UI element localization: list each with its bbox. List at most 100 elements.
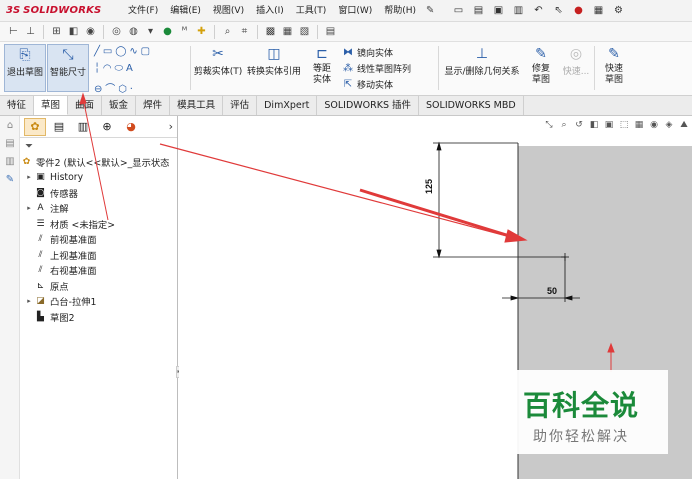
dimension-vertical[interactable]: 125 xyxy=(424,179,434,194)
zoom-icon[interactable]: ⌕ xyxy=(220,24,235,39)
measure-icon[interactable]: ⌗ xyxy=(237,24,252,39)
tab-surfaces[interactable]: 曲面 xyxy=(68,96,103,115)
tree-item-top-plane[interactable]: ⫽ 上视基准面 xyxy=(20,247,177,263)
mirror-entities-button[interactable]: ⧓ 镜向实体 xyxy=(342,46,393,59)
property-manager-tab-icon[interactable]: ▤ xyxy=(48,118,70,136)
tree-item-origin[interactable]: ⊾ 原点 xyxy=(20,278,177,294)
dimxpert-manager-tab-icon[interactable]: ⊕ xyxy=(96,118,118,136)
options-gear-icon[interactable]: ⚙ xyxy=(610,4,626,18)
section-view-icon[interactable]: ◧ xyxy=(588,119,600,131)
slot-tool-row[interactable]: ⊖ ⌒ ⬡ · xyxy=(94,80,133,95)
solidworks-logo[interactable]: 3S SOLIDWORKS xyxy=(6,5,106,16)
hide-show-icon[interactable]: ▾ xyxy=(143,24,158,39)
expand-arrow-icon[interactable]: ▸ xyxy=(24,173,34,181)
tab-weldments[interactable]: 焊件 xyxy=(136,96,171,115)
open-folder-icon[interactable]: ▤ xyxy=(470,4,486,18)
save-icon[interactable]: ▣ xyxy=(490,4,506,18)
view-palette-icon[interactable]: ✎ xyxy=(3,174,17,188)
tree-item-boss-extrude[interactable]: ▸ ◪ 凸台-拉伸1 xyxy=(20,294,177,310)
tab-sheet-metal[interactable]: 钣金 xyxy=(102,96,137,115)
file-properties-icon[interactable]: ▦ xyxy=(590,4,606,18)
tab-dimxpert[interactable]: DimXpert xyxy=(257,96,318,115)
repair-sketch-button[interactable]: ✎ 修复草图 xyxy=(524,44,558,92)
tab-mold-tools[interactable]: 模具工具 xyxy=(170,96,224,115)
arc-tool-row[interactable]: ╎ ◠ ⬭ A xyxy=(94,63,133,74)
exit-sketch-button[interactable]: ⎘ 退出草图 xyxy=(4,44,46,92)
hide-items-icon[interactable]: ◉ xyxy=(648,119,660,131)
menu-file[interactable]: 文件(F) xyxy=(122,0,164,22)
dim-toolbar-icon[interactable]: ⊢ xyxy=(6,24,21,39)
select-icon[interactable]: ⇖ xyxy=(550,4,566,18)
design-library-icon[interactable]: ▤ xyxy=(3,138,17,152)
display-delete-relations-button[interactable]: ⊥ 显示/删除几何关系 xyxy=(442,44,522,92)
smart-fastener-icon[interactable]: ✚ xyxy=(194,24,209,39)
tree-item-sensors[interactable]: ◙ 传感器 xyxy=(20,185,177,201)
move-entities-button[interactable]: ⇱ 移动实体 xyxy=(342,78,393,91)
tree-item-material[interactable]: ☰ 材质 <未指定> xyxy=(20,216,177,232)
rebuild-icon[interactable]: ● xyxy=(570,4,586,18)
zoom-area-icon[interactable]: ⌕ xyxy=(558,119,570,131)
smart-dimension-button[interactable]: ⤡ 智能尺寸 xyxy=(47,44,89,92)
quick-access-toolbar: ▭ ▤ ▣ ▥ ↶ ⇖ ● ▦ ⚙ xyxy=(450,4,626,18)
filter-icon[interactable]: ⏷ xyxy=(20,138,177,154)
display-style-icon[interactable]: ▦ xyxy=(633,119,645,131)
layer-icon[interactable]: ▧ xyxy=(297,24,312,39)
zoom-to-fit-icon[interactable]: ⤡ xyxy=(543,119,555,131)
feature-manager-tab-icon[interactable]: ✿ xyxy=(24,117,46,136)
tab-solidworks-mbd[interactable]: SOLIDWORKS MBD xyxy=(419,96,524,115)
convert-entities-button[interactable]: ◫ 转换实体引用 xyxy=(246,44,302,92)
edit-appearance-icon[interactable]: ◈ xyxy=(663,119,675,131)
tab-features[interactable]: 特征 xyxy=(0,96,35,115)
customize-icon[interactable]: ▤ xyxy=(323,24,338,39)
view-orient-icon[interactable]: ⊞ xyxy=(49,24,64,39)
dynamic-annotation-icon[interactable]: ▣ xyxy=(603,119,615,131)
relation-toolbar-icon[interactable]: ⊥ xyxy=(23,24,38,39)
tree-root-part[interactable]: ✿ 零件2 (默认<<默认>_显示状态 xyxy=(20,154,177,170)
scene-icon[interactable]: ◍ xyxy=(126,24,141,39)
rapid-sketch-button[interactable]: ✎ 快速草图 xyxy=(598,44,630,92)
tree-item-history[interactable]: ▸ ▣ History xyxy=(20,170,177,186)
menu-insert[interactable]: 插入(I) xyxy=(250,0,290,22)
quick-snaps-button[interactable]: ◎ 快速... xyxy=(560,44,592,92)
tree-item-sketch2[interactable]: ▙ 草图2 xyxy=(20,309,177,325)
trim-entities-button[interactable]: ✂ 剪裁实体(T) xyxy=(192,44,244,92)
linear-pattern-button[interactable]: ⁂ 线性草图阵列 xyxy=(342,62,411,75)
watermark-badge: 百科全说 助你轻松解决 xyxy=(494,370,668,454)
menu-tools[interactable]: 工具(T) xyxy=(290,0,333,22)
print-icon[interactable]: ▥ xyxy=(510,4,526,18)
tab-solidworks-addins[interactable]: SOLIDWORKS 插件 xyxy=(317,96,420,115)
screen-capture-icon[interactable]: ▩ xyxy=(263,24,278,39)
exit-sketch-icon: ⎘ xyxy=(19,47,31,63)
display-style-icon[interactable]: ◉ xyxy=(83,24,98,39)
chevron-right-icon[interactable]: › xyxy=(169,120,173,133)
configuration-manager-tab-icon[interactable]: ▥ xyxy=(72,118,94,136)
tree-item-right-plane[interactable]: ⫽ 右视基准面 xyxy=(20,263,177,279)
file-explorer-icon[interactable]: ▥ xyxy=(3,156,17,170)
expand-arrow-icon[interactable]: ▸ xyxy=(24,297,34,305)
section-view-icon[interactable]: ◧ xyxy=(66,24,81,39)
line-tool-row[interactable]: ╱ ▭ ◯ ∿ ▢ xyxy=(94,46,150,57)
tab-evaluate[interactable]: 评估 xyxy=(223,96,258,115)
apply-scene-icon[interactable]: ⛰ xyxy=(678,119,690,131)
display-manager-tab-icon[interactable]: ◕ xyxy=(120,118,142,136)
offset-entities-button[interactable]: ⊏ 等距实体 xyxy=(306,44,338,92)
tree-item-front-plane[interactable]: ⫽ 前视基准面 xyxy=(20,232,177,248)
tab-sketch[interactable]: 草图 xyxy=(34,96,69,115)
undo-icon[interactable]: ↶ xyxy=(530,4,546,18)
model-items-icon[interactable]: ᴹ xyxy=(177,24,192,39)
new-document-icon[interactable]: ▭ xyxy=(450,4,466,18)
menu-edit[interactable]: 编辑(E) xyxy=(164,0,207,22)
menu-window[interactable]: 窗口(W) xyxy=(332,0,378,22)
resources-icon[interactable]: ⌂ xyxy=(3,120,17,134)
sketch-grid-icon[interactable]: ▦ xyxy=(280,24,295,39)
view-orientation-icon[interactable]: ⬚ xyxy=(618,119,630,131)
dimension-horizontal[interactable]: 50 xyxy=(547,286,557,296)
menu-view[interactable]: 视图(V) xyxy=(207,0,250,22)
expand-arrow-icon[interactable]: ▸ xyxy=(24,204,34,212)
tree-item-annotations[interactable]: ▸ A 注解 xyxy=(20,201,177,217)
menu-help[interactable]: 帮助(H) xyxy=(378,0,422,22)
previous-view-icon[interactable]: ↺ xyxy=(573,119,585,131)
appearance-icon[interactable]: ◎ xyxy=(109,24,124,39)
pin-menu-icon[interactable]: ✎ xyxy=(426,5,434,16)
realview-icon[interactable]: ● xyxy=(160,24,175,39)
